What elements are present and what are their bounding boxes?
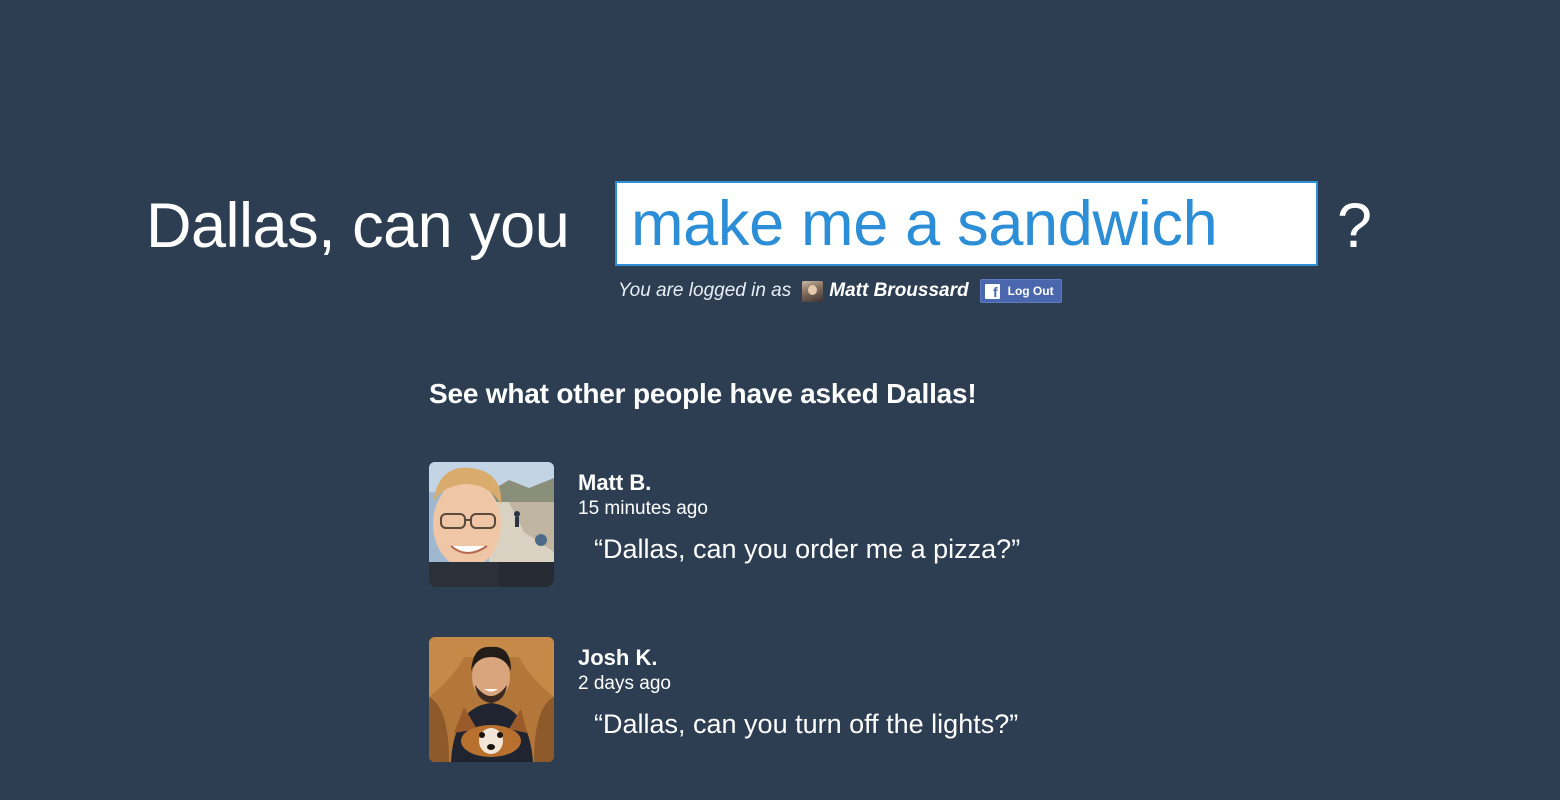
user-name: Matt Broussard xyxy=(829,280,969,301)
item-timestamp: 2 days ago xyxy=(578,673,671,694)
logout-label: Log Out xyxy=(1007,284,1054,298)
item-author: Matt B. xyxy=(578,470,652,495)
question-prefix: Dallas, can you xyxy=(146,191,570,261)
facebook-logout-button[interactable]: f Log Out xyxy=(979,279,1062,303)
item-question: “Dallas, can you order me a pizza?” xyxy=(594,534,1021,564)
list-item: Josh K. 2 days ago “Dallas, can you turn… xyxy=(429,637,1129,763)
page: Dallas, can you ? You are logged in as M… xyxy=(0,0,1560,800)
login-status: You are logged in as Matt Broussard f Lo… xyxy=(618,278,1062,304)
question-mark: ? xyxy=(1337,191,1373,261)
facebook-icon: f xyxy=(984,283,1000,299)
user-photo-josh xyxy=(429,637,554,762)
user-avatar xyxy=(802,280,824,302)
item-timestamp: 15 minutes ago xyxy=(578,498,708,519)
feed-heading: See what other people have asked Dallas! xyxy=(429,378,977,409)
item-author: Josh K. xyxy=(578,645,658,670)
avatar xyxy=(429,637,554,762)
avatar xyxy=(429,462,554,587)
login-label: You are logged in as xyxy=(618,280,792,301)
user-photo-matt xyxy=(429,462,554,587)
question-input[interactable] xyxy=(615,181,1318,266)
list-item: Matt B. 15 minutes ago “Dallas, can you … xyxy=(429,462,1129,588)
item-question: “Dallas, can you turn off the lights?” xyxy=(594,709,1019,739)
